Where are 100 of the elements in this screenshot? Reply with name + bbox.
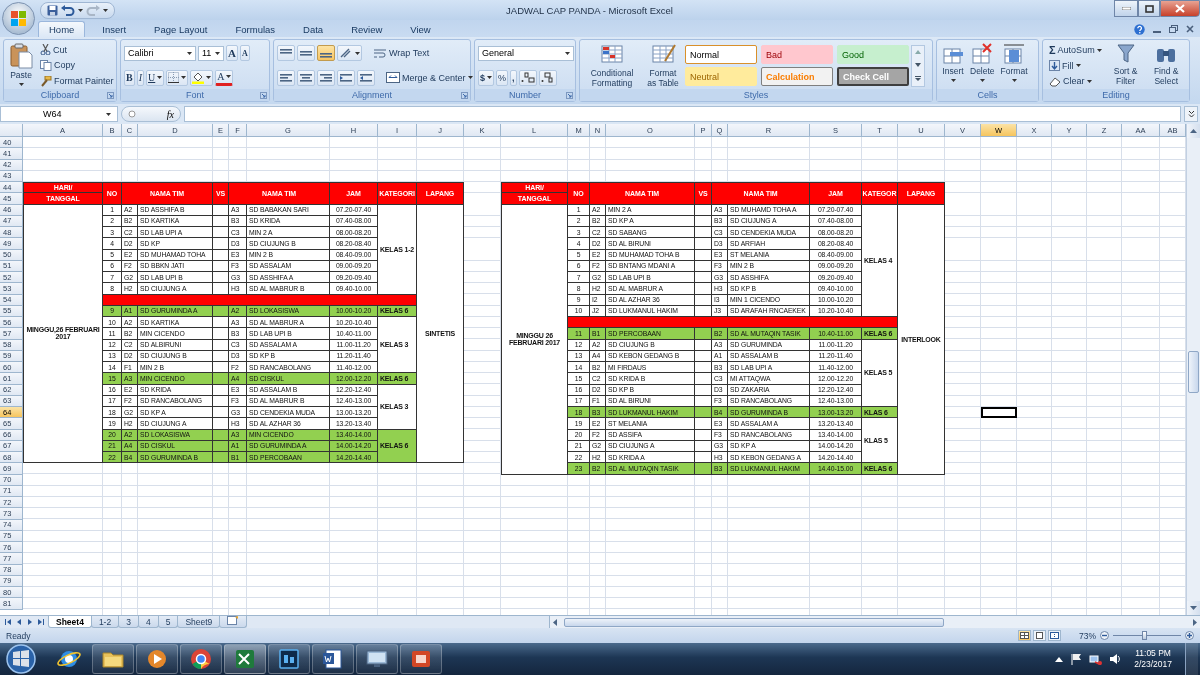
- merge-center-button[interactable]: Merge & Center: [383, 71, 476, 85]
- undo-icon[interactable]: [61, 4, 75, 16]
- save-icon[interactable]: [47, 4, 58, 16]
- find-select-button[interactable]: Find & Select: [1146, 42, 1186, 89]
- close-button[interactable]: [1160, 0, 1200, 17]
- folder-icon[interactable]: [92, 644, 134, 674]
- autosum-button[interactable]: Σ AutoSum: [1046, 43, 1105, 58]
- copy-button[interactable]: Copy: [37, 59, 117, 72]
- currency-button[interactable]: $: [478, 69, 494, 86]
- first-sheet-button[interactable]: [3, 617, 13, 627]
- presentation-app-icon[interactable]: [400, 644, 442, 674]
- align-middle-button[interactable]: [297, 45, 315, 62]
- fill-button[interactable]: Fill: [1046, 59, 1105, 73]
- center-button[interactable]: [297, 69, 315, 86]
- network-icon[interactable]: [1089, 653, 1103, 665]
- ribbon-tab[interactable]: Review: [340, 21, 394, 37]
- zoom-slider[interactable]: [1113, 630, 1181, 641]
- ribbon-tab[interactable]: Insert: [91, 21, 138, 37]
- format-cells-button[interactable]: Format: [998, 42, 1030, 89]
- help-icon[interactable]: [1134, 23, 1145, 35]
- document-app-icon[interactable]: [312, 644, 354, 674]
- new-sheet-button[interactable]: [219, 616, 248, 628]
- insert-cells-button[interactable]: Insert: [940, 42, 966, 89]
- align-left-button[interactable]: [277, 69, 295, 86]
- bold-button[interactable]: B: [124, 69, 135, 86]
- minimize-button[interactable]: [1114, 0, 1138, 17]
- increase-decimal-button[interactable]: [518, 69, 537, 86]
- image-editor-icon[interactable]: [268, 644, 310, 674]
- number-format-field[interactable]: General: [478, 45, 574, 61]
- shrink-font-button[interactable]: A: [239, 45, 250, 62]
- borders-button[interactable]: [166, 69, 189, 86]
- sheet-tab[interactable]: Sheet9: [177, 616, 221, 628]
- insert-function-button[interactable]: fx: [121, 106, 181, 122]
- clear-button[interactable]: Clear: [1046, 74, 1105, 88]
- scroll-thumb[interactable]: [564, 617, 944, 627]
- restore-icon[interactable]: [1169, 25, 1178, 33]
- italic-button[interactable]: I: [136, 69, 144, 86]
- sort-filter-button[interactable]: Sort & Filter: [1106, 42, 1145, 89]
- page-layout-view-button[interactable]: [1033, 630, 1046, 641]
- start-button[interactable]: [4, 643, 38, 675]
- format-painter-button[interactable]: Format Painter: [37, 74, 117, 88]
- cut-button[interactable]: Cut: [37, 43, 117, 57]
- flag-icon[interactable]: [1070, 653, 1083, 665]
- ribbon-tab[interactable]: Data: [292, 21, 335, 37]
- horizontal-scrollbar[interactable]: [549, 616, 1200, 628]
- grow-font-button[interactable]: A: [226, 45, 238, 62]
- launcher-icon[interactable]: [566, 92, 573, 99]
- cell-style-option[interactable]: Normal: [685, 45, 757, 64]
- conditional-formatting-button[interactable]: Conditional Formatting: [583, 42, 641, 89]
- comma-button[interactable]: ,: [510, 69, 517, 86]
- align-bottom-button[interactable]: [317, 45, 335, 62]
- sheet-tab[interactable]: 3: [118, 616, 139, 628]
- delete-cells-button[interactable]: Delete: [968, 42, 997, 89]
- chrome-icon[interactable]: [180, 644, 222, 674]
- launcher-icon[interactable]: [107, 92, 114, 99]
- fill-color-button[interactable]: [190, 69, 214, 86]
- cell-style-option[interactable]: Good: [837, 45, 909, 64]
- percent-button[interactable]: %: [496, 69, 509, 86]
- zoom-in-icon[interactable]: [1185, 631, 1194, 640]
- show-hidden-icon[interactable]: [1055, 656, 1064, 662]
- underline-button[interactable]: U: [146, 69, 165, 86]
- slider-thumb[interactable]: [1141, 631, 1147, 640]
- ribbon-tab[interactable]: Formulas: [224, 21, 287, 37]
- font-color-button[interactable]: A: [215, 69, 234, 86]
- increase-indent-button[interactable]: [357, 69, 375, 86]
- zoom-level[interactable]: 73%: [1079, 630, 1096, 641]
- scroll-thumb[interactable]: [1188, 350, 1199, 393]
- clock[interactable]: 11:05 PM 2/23/2017: [1128, 648, 1178, 670]
- ribbon-tab[interactable]: View: [399, 21, 442, 37]
- styles-scroll[interactable]: [911, 44, 925, 87]
- sheet-tab[interactable]: Sheet4: [48, 616, 92, 628]
- vertical-scrollbar[interactable]: [1186, 124, 1200, 615]
- align-top-button[interactable]: [277, 45, 295, 62]
- selected-cell[interactable]: [981, 407, 1017, 419]
- cell-style-option[interactable]: Neutral: [685, 67, 757, 86]
- sheet-tab[interactable]: 4: [137, 616, 159, 628]
- speaker-icon[interactable]: [1109, 653, 1122, 665]
- normal-view-button[interactable]: [1018, 630, 1031, 641]
- formula-input[interactable]: [184, 106, 1181, 122]
- wrap-text-button[interactable]: Wrap Text: [370, 46, 433, 60]
- ribbon-tab[interactable]: Home: [38, 21, 86, 37]
- paste-button[interactable]: Paste: [7, 42, 35, 89]
- monitor-icon[interactable]: [356, 644, 398, 674]
- ribbon-tab[interactable]: Page Layout: [143, 21, 219, 37]
- name-box[interactable]: W64: [0, 106, 118, 122]
- close-icon[interactable]: [1186, 25, 1194, 33]
- cell-style-option[interactable]: Bad: [761, 45, 833, 64]
- orientation-button[interactable]: [337, 45, 362, 62]
- font-name-field[interactable]: Calibri: [124, 45, 196, 61]
- show-desktop-button[interactable]: [1185, 643, 1198, 675]
- page-break-view-button[interactable]: [1048, 630, 1061, 641]
- launcher-icon[interactable]: [461, 92, 468, 99]
- font-size-field[interactable]: 11: [198, 45, 224, 61]
- format-as-table-button[interactable]: Format as Table: [643, 42, 683, 89]
- maximize-button[interactable]: [1138, 0, 1160, 17]
- align-right-button[interactable]: [317, 69, 335, 86]
- expand-button[interactable]: [1184, 106, 1198, 122]
- media-player-icon[interactable]: [136, 644, 178, 674]
- launcher-icon[interactable]: [260, 92, 267, 99]
- last-sheet-button[interactable]: [36, 617, 46, 627]
